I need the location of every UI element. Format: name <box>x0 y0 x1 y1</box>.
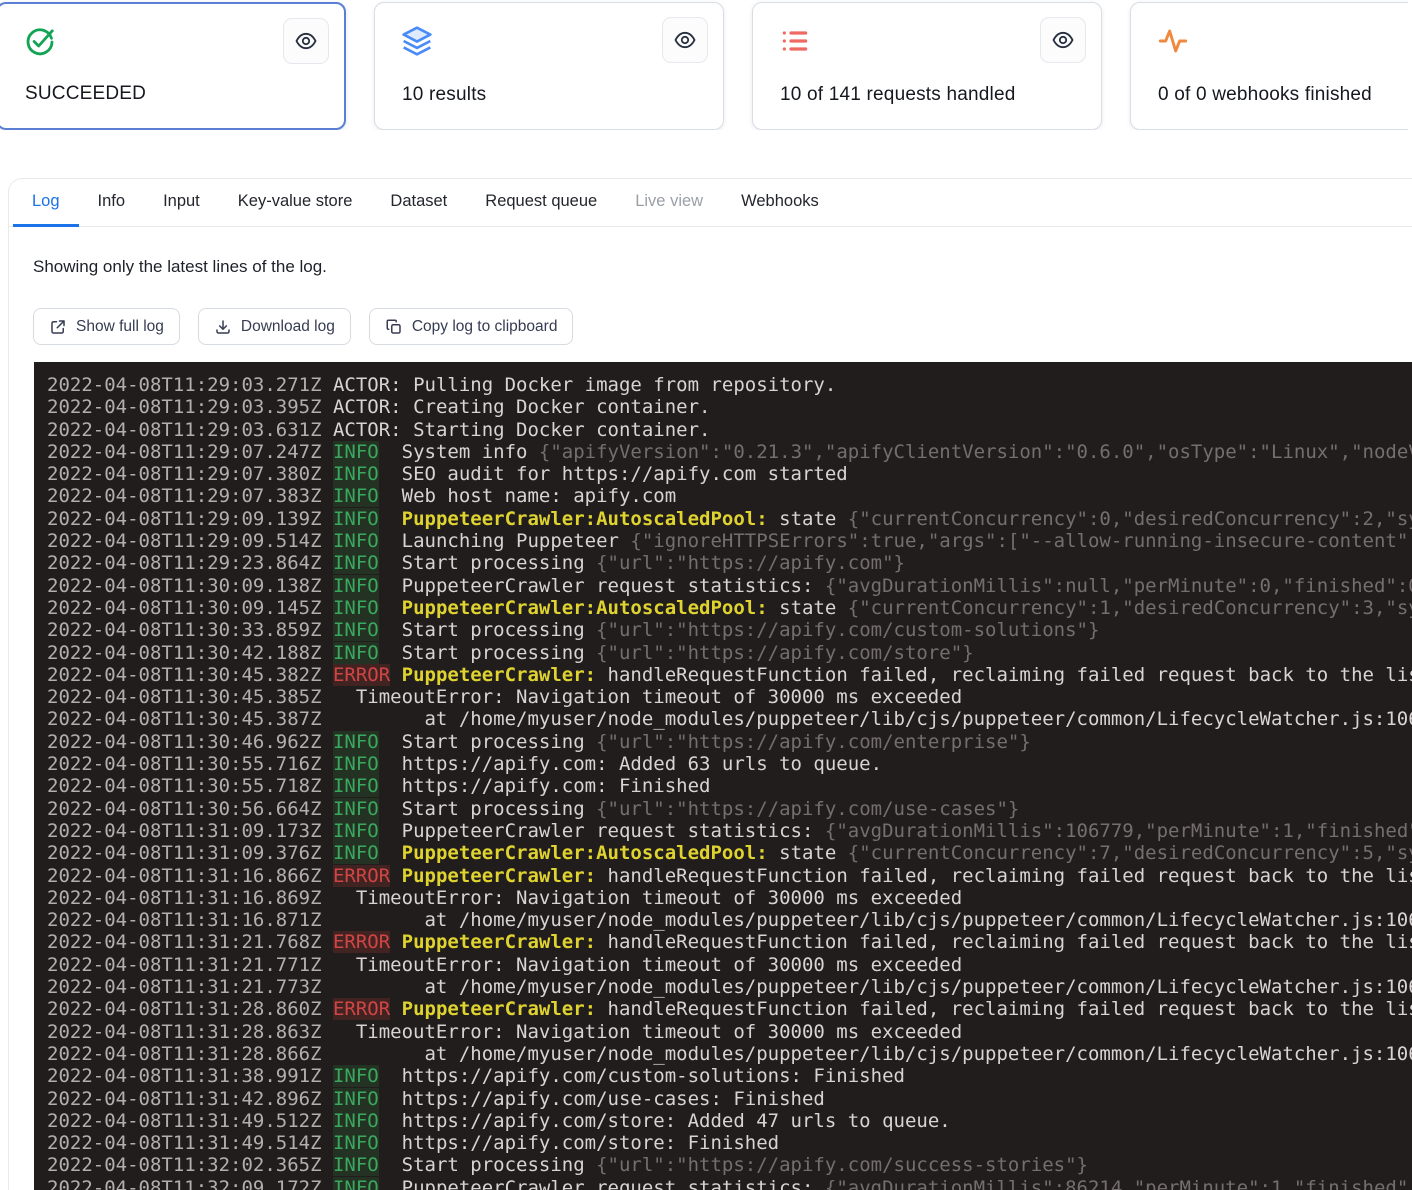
log-line: 2022-04-08T11:32:02.365Z INFO Start proc… <box>47 1154 1412 1176</box>
tab-info[interactable]: Info <box>79 179 145 227</box>
log-line: 2022-04-08T11:31:09.376Z INFO PuppeteerC… <box>47 842 1412 864</box>
log-line: 2022-04-08T11:31:16.871Z at /home/myuser… <box>47 909 1412 931</box>
log-line: 2022-04-08T11:31:49.512Z INFO https://ap… <box>47 1110 1412 1132</box>
log-tab-content: Showing only the latest lines of the log… <box>9 257 1412 1190</box>
log-line: 2022-04-08T11:30:45.382Z ERROR Puppeteer… <box>47 664 1412 686</box>
status-card-label: 10 of 141 requests handled <box>780 84 1016 106</box>
layers-icon <box>401 17 433 57</box>
log-line: 2022-04-08T11:31:09.173Z INFO PuppeteerC… <box>47 820 1412 842</box>
log-line: 2022-04-08T11:32:09.172Z INFO PuppeteerC… <box>47 1177 1412 1190</box>
log-line: 2022-04-08T11:30:46.962Z INFO Start proc… <box>47 731 1412 753</box>
log-line: 2022-04-08T11:29:03.271Z ACTOR: Pulling … <box>47 374 1412 396</box>
log-line: 2022-04-08T11:29:09.139Z INFO PuppeteerC… <box>47 508 1412 530</box>
log-line: 2022-04-08T11:30:56.664Z INFO Start proc… <box>47 798 1412 820</box>
log-line: 2022-04-08T11:31:16.869Z TimeoutError: N… <box>47 887 1412 909</box>
log-line: 2022-04-08T11:30:45.387Z at /home/myuser… <box>47 708 1412 730</box>
show-full-log-button[interactable]: Show full log <box>33 308 180 345</box>
log-line: 2022-04-08T11:29:23.864Z INFO Start proc… <box>47 552 1412 574</box>
status-card-label: 10 results <box>402 84 486 106</box>
copy-icon <box>385 318 403 336</box>
download-icon <box>214 318 232 336</box>
log-line: 2022-04-08T11:31:21.768Z ERROR Puppeteer… <box>47 931 1412 953</box>
button-label: Show full log <box>76 318 164 336</box>
activity-icon <box>1157 17 1189 57</box>
log-line: 2022-04-08T11:31:21.771Z TimeoutError: N… <box>47 954 1412 976</box>
eye-icon <box>1051 28 1075 52</box>
log-line: 2022-04-08T11:29:07.247Z INFO System inf… <box>47 441 1412 463</box>
status-card-header <box>1131 3 1408 63</box>
tab-bar: LogInfoInputKey-value storeDatasetReques… <box>9 179 1412 227</box>
view-detail-button[interactable] <box>662 17 708 63</box>
log-line: 2022-04-08T11:29:07.380Z INFO SEO audit … <box>47 463 1412 485</box>
view-detail-button[interactable] <box>283 18 329 64</box>
status-card-header <box>753 3 1101 63</box>
log-line: 2022-04-08T11:30:55.718Z INFO https://ap… <box>47 775 1412 797</box>
log-line: 2022-04-08T11:30:42.188Z INFO Start proc… <box>47 642 1412 664</box>
eye-icon <box>673 28 697 52</box>
log-line: 2022-04-08T11:31:38.991Z INFO https://ap… <box>47 1065 1412 1087</box>
tab-key-value-store[interactable]: Key-value store <box>219 179 372 227</box>
log-line: 2022-04-08T11:31:28.863Z TimeoutError: N… <box>47 1021 1412 1043</box>
copy-log-button[interactable]: Copy log to clipboard <box>369 308 574 345</box>
download-log-button[interactable]: Download log <box>198 308 351 345</box>
log-line: 2022-04-08T11:29:07.383Z INFO Web host n… <box>47 485 1412 507</box>
eye-icon <box>294 29 318 53</box>
log-line: 2022-04-08T11:31:28.860Z ERROR Puppeteer… <box>47 998 1412 1020</box>
status-card-header <box>0 4 344 64</box>
log-line: 2022-04-08T11:30:09.138Z INFO PuppeteerC… <box>47 575 1412 597</box>
log-line: 2022-04-08T11:31:49.514Z INFO https://ap… <box>47 1132 1412 1154</box>
list-icon <box>779 17 811 57</box>
button-label: Download log <box>241 318 335 336</box>
status-card-label: SUCCEEDED <box>25 83 146 105</box>
log-line: 2022-04-08T11:29:09.514Z INFO Launching … <box>47 530 1412 552</box>
view-detail-button[interactable] <box>1040 17 1086 63</box>
log-line: 2022-04-08T11:30:09.145Z INFO PuppeteerC… <box>47 597 1412 619</box>
tab-webhooks[interactable]: Webhooks <box>722 179 838 227</box>
status-card-header <box>375 3 723 63</box>
log-line: 2022-04-08T11:29:03.631Z ACTOR: Starting… <box>47 419 1412 441</box>
log-line: 2022-04-08T11:30:55.716Z INFO https://ap… <box>47 753 1412 775</box>
log-intro-text: Showing only the latest lines of the log… <box>33 257 1412 277</box>
status-cards-row: SUCCEEDED 10 results 10 of 141 requests ha… <box>0 0 1408 130</box>
button-label: Copy log to clipboard <box>412 318 558 336</box>
log-line: 2022-04-08T11:30:45.385Z TimeoutError: N… <box>47 686 1412 708</box>
tab-dataset[interactable]: Dataset <box>371 179 466 227</box>
log-line: 2022-04-08T11:31:16.866Z ERROR Puppeteer… <box>47 865 1412 887</box>
status-card[interactable]: SUCCEEDED <box>0 2 346 130</box>
log-line: 2022-04-08T11:31:28.866Z at /home/myuser… <box>47 1043 1412 1065</box>
tab-input[interactable]: Input <box>144 179 219 227</box>
log-line: 2022-04-08T11:29:03.395Z ACTOR: Creating… <box>47 396 1412 418</box>
status-card-label: 0 of 0 webhooks finished <box>1158 84 1372 106</box>
run-detail-panel: LogInfoInputKey-value storeDatasetReques… <box>8 178 1412 1190</box>
status-card[interactable]: 0 of 0 webhooks finished <box>1130 2 1408 130</box>
log-line: 2022-04-08T11:31:42.896Z INFO https://ap… <box>47 1088 1412 1110</box>
status-card[interactable]: 10 results <box>374 2 724 130</box>
log-output[interactable]: 2022-04-08T11:29:03.271Z ACTOR: Pulling … <box>34 362 1412 1190</box>
check-circle-icon <box>24 18 56 58</box>
log-line: 2022-04-08T11:30:33.859Z INFO Start proc… <box>47 619 1412 641</box>
external-link-icon <box>49 318 67 336</box>
status-card[interactable]: 10 of 141 requests handled <box>752 2 1102 130</box>
tab-request-queue[interactable]: Request queue <box>466 179 616 227</box>
log-line: 2022-04-08T11:31:21.773Z at /home/myuser… <box>47 976 1412 998</box>
tab-live-view[interactable]: Live view <box>616 179 722 227</box>
tab-log[interactable]: Log <box>13 179 79 227</box>
log-toolbar: Show full log Download log Copy log to cli… <box>33 308 1412 345</box>
